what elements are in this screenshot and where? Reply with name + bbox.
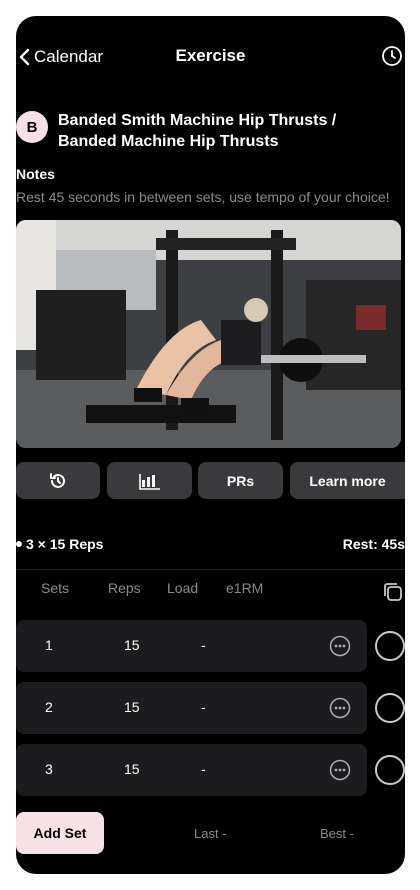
more-icon[interactable] [329, 697, 351, 719]
col-sets: Sets [41, 580, 70, 596]
reps-scheme: 3 × 15 Reps [26, 536, 104, 552]
clock-icon[interactable] [381, 45, 403, 67]
set-number: 3 [45, 761, 53, 777]
col-load: Load [167, 580, 199, 596]
history-icon [50, 472, 65, 488]
set-table-header: Sets Reps Load e1RM [16, 578, 405, 600]
nav-bar: Calendar Exercise [16, 16, 405, 96]
learn-more-button[interactable]: Learn more [290, 462, 405, 499]
best-performance: Best - [320, 826, 354, 841]
rest-time[interactable]: Rest: 45s [343, 536, 405, 552]
col-e1rm: e1RM [226, 580, 264, 596]
exercise-toolbar: PRs Learn more [16, 462, 405, 499]
exercise-title: Banded Smith Machine Hip Thrusts / Bande… [58, 112, 337, 150]
history-button[interactable] [16, 462, 100, 499]
notes-heading: Notes [16, 166, 55, 182]
prs-button[interactable]: PRs [198, 462, 283, 499]
add-set-button[interactable]: Add Set [16, 812, 104, 854]
copy-icon[interactable] [383, 582, 403, 602]
set-reps[interactable]: 15 [124, 699, 140, 715]
set-load[interactable]: - [201, 637, 206, 653]
set-load[interactable]: - [201, 761, 206, 777]
phone-screen: Calendar Exercise B Banded Smith Machine… [16, 16, 405, 874]
more-icon[interactable] [329, 635, 351, 657]
table-row[interactable]: 3 15 - [16, 744, 367, 796]
set-number: 2 [45, 699, 53, 715]
complete-set-checkbox[interactable] [375, 693, 405, 723]
bullet-icon [16, 541, 22, 547]
col-reps: Reps [108, 580, 141, 596]
page-title: Exercise [175, 46, 246, 65]
exercise-photo[interactable] [16, 220, 401, 448]
complete-set-checkbox[interactable] [375, 631, 405, 661]
divider [16, 569, 405, 570]
notes-text: Rest 45 seconds in between sets, use tem… [16, 189, 390, 205]
set-reps[interactable]: 15 [124, 637, 140, 653]
more-icon[interactable] [329, 759, 351, 781]
set-reps[interactable]: 15 [124, 761, 140, 777]
bar-chart-icon [138, 473, 160, 490]
last-performance: Last - [194, 826, 227, 841]
table-row[interactable]: 2 15 - [16, 682, 367, 734]
set-scheme-row: 3 × 15 Reps Rest: 45s [16, 534, 405, 554]
complete-set-checkbox[interactable] [375, 755, 405, 785]
stats-button[interactable] [107, 462, 192, 499]
set-load[interactable]: - [201, 699, 206, 715]
set-number: 1 [45, 637, 53, 653]
gym-photo-illustration [16, 220, 401, 448]
exercise-badge: B [16, 111, 48, 143]
table-row[interactable]: 1 15 - [16, 620, 367, 672]
